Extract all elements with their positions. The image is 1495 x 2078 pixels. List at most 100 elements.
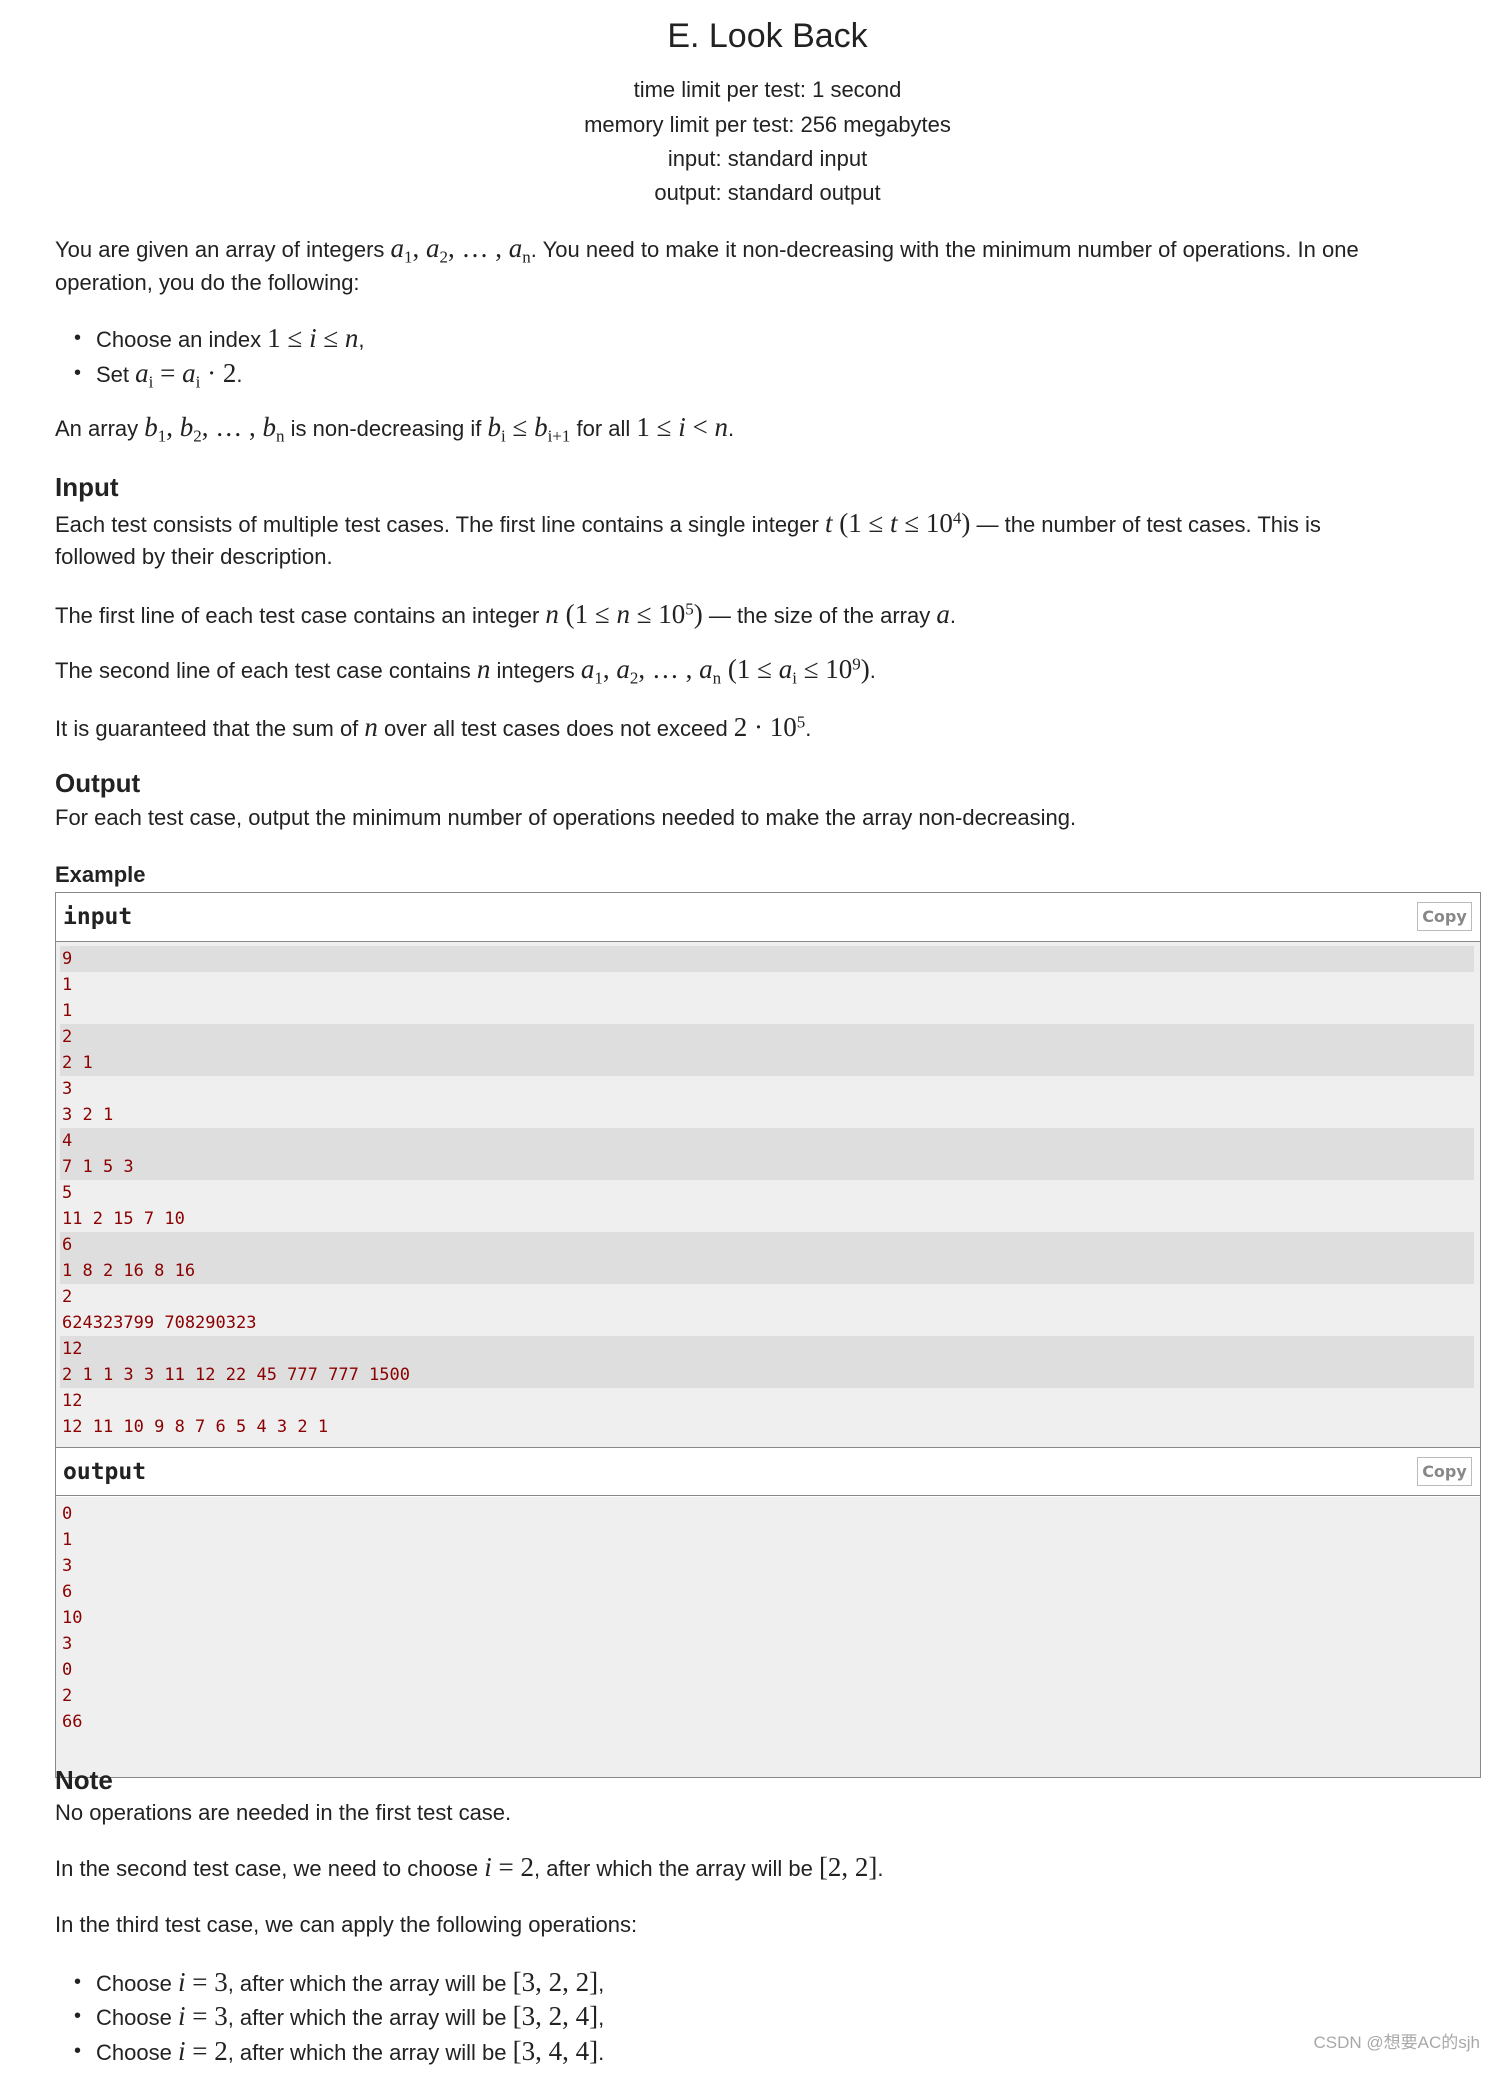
note-bullet-1: Choose i = 3, after which the array will…: [74, 1965, 604, 2001]
math-symbol: (1 ≤: [832, 508, 891, 538]
math-symbol: ,: [602, 654, 617, 684]
output-title: output: [63, 1459, 147, 1485]
sample-input-line: 11 2 15 7 10: [62, 1209, 185, 1229]
sample-output[interactable]: 0 1 3 6 10 3 0 2 66: [56, 1497, 1480, 1777]
text-run: Choose an index: [96, 327, 268, 352]
math-symbol: ,: [412, 233, 427, 263]
math-subscript: n: [522, 247, 531, 267]
math-variable: a: [390, 233, 405, 263]
math-subscript: 1: [594, 668, 603, 688]
sample-output-line: 10: [62, 1608, 83, 1628]
math-symbol: ≤ 10: [629, 599, 686, 629]
sample-input-line: 1: [62, 975, 73, 995]
example-heading: Example: [55, 862, 146, 887]
sample-output-line: 3: [62, 1556, 73, 1576]
math-symbol: =: [153, 358, 183, 388]
text-run: Choose: [96, 1971, 178, 1996]
math-symbol: (1 ≤: [721, 654, 779, 684]
text-run: In the second test case, we need to choo…: [55, 1856, 485, 1881]
sample-input-line: 12: [62, 1391, 83, 1411]
text-run: over all test cases does not exceed: [377, 716, 734, 741]
text-run: — the size of the array: [702, 603, 937, 628]
math-variable: b: [262, 412, 277, 442]
copy-input-button[interactable]: Copy: [1417, 902, 1472, 931]
sample-input-line: 7 1 5 3: [60, 1154, 1474, 1180]
math-symbol: ,: [166, 412, 180, 442]
math-variable: a: [580, 654, 595, 684]
math-variable: a: [182, 358, 196, 388]
sample-input-line: 2: [60, 1024, 1474, 1050]
sample-output-line: 6: [62, 1582, 73, 1602]
input-desc-line-1: Each test consists of multiple test case…: [55, 507, 1485, 541]
math-subscript: n: [276, 426, 285, 446]
text-run: ,: [358, 327, 365, 352]
statement-line-1: You are given an array of integers a1, a…: [55, 232, 1485, 266]
text-run: .: [728, 416, 735, 441]
output-desc: For each test case, output the minimum n…: [55, 805, 1077, 830]
math-variable: a: [936, 599, 950, 629]
text-run: is non-decreasing if: [284, 416, 488, 441]
sample-input-line: 5: [62, 1183, 73, 1203]
math-variable: b: [487, 412, 502, 442]
sample-input-line: 2 1: [60, 1050, 1474, 1076]
text-run: The first line of each test case contain…: [55, 603, 546, 628]
math-variable: b: [179, 412, 194, 442]
text-run: You are given an array of integers: [55, 237, 391, 262]
math-symbol: <: [685, 412, 715, 442]
memory-limit: memory limit per test: 256 megabytes: [584, 112, 951, 137]
output-title-bar: output Copy: [56, 1447, 1480, 1496]
sample-input-line: 1: [62, 1001, 73, 1021]
sample-input[interactable]: 91122 133 2 147 1 5 3 5 11 2 15 7 10 6 1 8 2…: [56, 942, 1480, 1447]
sample-input-line: 6: [60, 1232, 1474, 1258]
math-variable: i: [484, 1852, 492, 1882]
math-subscript: n: [712, 668, 722, 688]
sample-input-line: 624323799 708290323: [62, 1313, 257, 1333]
text-run: Set: [96, 362, 136, 387]
math-subscript: 2: [193, 426, 202, 446]
text-run: .: [236, 362, 243, 387]
text-run: , after which the array will be: [227, 2005, 513, 2030]
input-title-bar: input Copy: [56, 893, 1480, 942]
math-symbol: = 2: [185, 2036, 228, 2066]
operation-bullet-1: Choose an index 1 ≤ i ≤ n,: [74, 321, 365, 357]
math-symbol: · 2: [200, 358, 237, 388]
math-symbol: 2 · 10: [733, 712, 797, 742]
text-run: The second line of each test case contai…: [55, 658, 477, 683]
math-variable: a: [616, 654, 630, 684]
math-symbol: 1 ≤: [636, 412, 679, 442]
text-run: It is guaranteed that the sum of: [55, 716, 365, 741]
statement-line-2: operation, you do the following:: [55, 270, 360, 295]
math-variable: n: [364, 712, 378, 742]
math-variable: n: [714, 412, 729, 442]
note-heading: Note: [55, 1765, 113, 1795]
text-run: , after which the array will be: [227, 1971, 513, 1996]
math-variable: b: [144, 412, 158, 442]
note-bullet-3: Choose i = 2, after which the array will…: [74, 2034, 605, 2070]
math-symbol: ≤: [316, 323, 345, 353]
math-variable: n: [545, 599, 559, 629]
math-symbol: = 2: [491, 1852, 535, 1882]
text-run: .: [877, 1856, 884, 1881]
text-run: . You need to make it non-decreasing wit…: [530, 237, 1359, 262]
sample-output-line: 66: [62, 1712, 83, 1732]
math-symbol: , … ,: [201, 412, 263, 442]
copy-output-button[interactable]: Copy: [1417, 1457, 1472, 1486]
math-superscript: 9: [852, 654, 861, 674]
input-heading: Input: [55, 472, 119, 502]
sample-output-line: 0: [62, 1504, 73, 1524]
math-variable: i: [309, 323, 317, 353]
sample-input-line: 12 11 10 9 8 7 6 5 4 3 2 1: [62, 1417, 329, 1437]
input-desc-first-line: The first line of each test case contain…: [55, 598, 1485, 632]
text-run: Choose: [96, 2005, 178, 2030]
text-run: — the number of test cases. This is: [970, 512, 1321, 537]
math-symbol: 1 ≤: [267, 323, 310, 353]
note-first-case: No operations are needed in the first te…: [55, 1800, 512, 1825]
math-variable: a: [778, 654, 793, 684]
math-variable: a: [426, 233, 440, 263]
time-limit: time limit per test: 1 second: [633, 77, 902, 102]
sample-input-line: 4: [60, 1128, 1474, 1154]
text-run: Each test consists of multiple test case…: [55, 512, 825, 537]
text-run: .: [598, 2040, 605, 2065]
math-symbol: (1 ≤: [558, 599, 617, 629]
math-symbol: , … ,: [638, 654, 700, 684]
